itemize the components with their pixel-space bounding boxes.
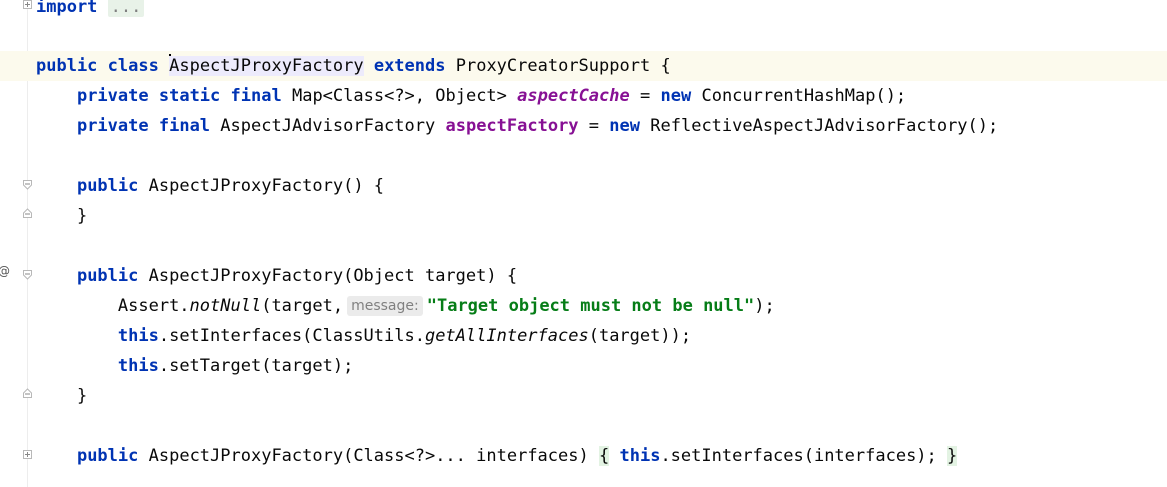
folded-close-brace[interactable]: }: [947, 446, 958, 466]
close-brace: }: [76, 386, 88, 406]
open-brace: {: [660, 56, 671, 76]
code-editor[interactable]: import ... public class AspectJProxyFact…: [0, 0, 1167, 487]
parameter-hint: message:: [347, 296, 423, 316]
class-name[interactable]: AspectJProxyFactory: [169, 56, 364, 76]
folded-imports[interactable]: ...: [107, 0, 145, 17]
code-line-ctor-interfaces[interactable]: public AspectJProxyFactory(Class<?>... i…: [36, 441, 1167, 471]
fold-collapse-icon[interactable]: [23, 270, 32, 280]
code-line-class-decl[interactable]: public class AspectJProxyFactory extends…: [0, 51, 1167, 81]
fold-expand-icon[interactable]: [23, 0, 32, 10]
public-keyword: public: [36, 56, 98, 76]
this-keyword: this: [117, 356, 159, 376]
field-initializer[interactable]: ConcurrentHashMap();: [701, 86, 906, 106]
final-keyword: final: [230, 86, 282, 106]
code-line-ctor-target-close[interactable]: }: [36, 381, 1167, 411]
code-line-ctor-default[interactable]: public AspectJProxyFactory() {: [36, 171, 1167, 201]
code-line-set-target[interactable]: this.setTarget(target);: [36, 351, 1167, 381]
constructor-signature[interactable]: AspectJProxyFactory(Object target) {: [149, 266, 517, 286]
assert-class[interactable]: Assert.: [118, 296, 190, 316]
set-interfaces-call[interactable]: .setInterfaces(ClassUtils.: [159, 326, 425, 346]
close-brace: }: [76, 206, 88, 226]
public-keyword: public: [76, 176, 139, 196]
class-keyword: class: [107, 56, 159, 76]
field-type[interactable]: AspectJAdvisorFactory: [220, 116, 435, 136]
statement-end: );: [754, 296, 775, 316]
field-initializer[interactable]: ReflectiveAspectJAdvisorFactory();: [650, 116, 998, 136]
new-keyword: new: [660, 86, 692, 106]
constructor-signature[interactable]: AspectJProxyFactory(Class<?>... interfac…: [149, 446, 589, 466]
code-line-assert[interactable]: Assert.notNull(target, message: "Target ob…: [36, 291, 1167, 321]
this-keyword: this: [619, 446, 661, 466]
private-keyword: private: [76, 86, 149, 106]
call-args: (target));: [588, 326, 692, 346]
code-line-ctor-default-close[interactable]: }: [36, 201, 1167, 231]
extends-keyword: extends: [373, 56, 446, 76]
constructor-signature[interactable]: AspectJProxyFactory() {: [149, 176, 384, 196]
import-keyword: import: [36, 0, 98, 17]
assign-operator: =: [588, 116, 600, 136]
fold-collapse-icon[interactable]: [23, 180, 32, 190]
not-null-method[interactable]: notNull: [190, 296, 262, 316]
code-line-set-interfaces[interactable]: this.setInterfaces(ClassUtils.getAllInte…: [36, 321, 1167, 351]
fold-expand-icon[interactable]: [23, 450, 32, 460]
code-line-import[interactable]: import ...: [36, 0, 1167, 22]
folded-open-brace[interactable]: {: [598, 446, 610, 466]
fold-end-icon[interactable]: [23, 388, 32, 398]
new-keyword: new: [609, 116, 641, 136]
final-keyword: final: [158, 116, 211, 136]
assign-operator: =: [640, 86, 651, 106]
assert-args: (target,: [261, 296, 344, 316]
string-literal[interactable]: "Target object must not be null": [427, 296, 755, 316]
field-name-aspect-cache[interactable]: aspectCache: [517, 86, 630, 106]
set-target-call[interactable]: .setTarget(target);: [159, 356, 353, 376]
public-keyword: public: [76, 266, 139, 286]
code-line-field-aspect-cache[interactable]: private static final Map<Class<?>, Objec…: [36, 81, 1167, 111]
get-all-interfaces-method[interactable]: getAllInterfaces: [425, 326, 589, 346]
static-keyword: static: [158, 86, 221, 106]
fold-end-icon[interactable]: [23, 208, 32, 218]
code-line-ctor-target[interactable]: public AspectJProxyFactory(Object target…: [36, 261, 1167, 291]
this-keyword: this: [117, 326, 159, 346]
public-keyword: public: [76, 446, 139, 466]
field-type[interactable]: Map<Class<?>, Object>: [292, 86, 507, 106]
set-interfaces-call[interactable]: .setInterfaces(interfaces);: [660, 446, 936, 466]
superclass-name[interactable]: ProxyCreatorSupport: [456, 56, 650, 76]
private-keyword: private: [76, 116, 149, 136]
override-marker-icon[interactable]: @: [0, 264, 10, 278]
code-line-field-aspect-factory[interactable]: private final AspectJAdvisorFactory aspe…: [36, 111, 1167, 141]
field-name-aspect-factory[interactable]: aspectFactory: [445, 116, 578, 136]
